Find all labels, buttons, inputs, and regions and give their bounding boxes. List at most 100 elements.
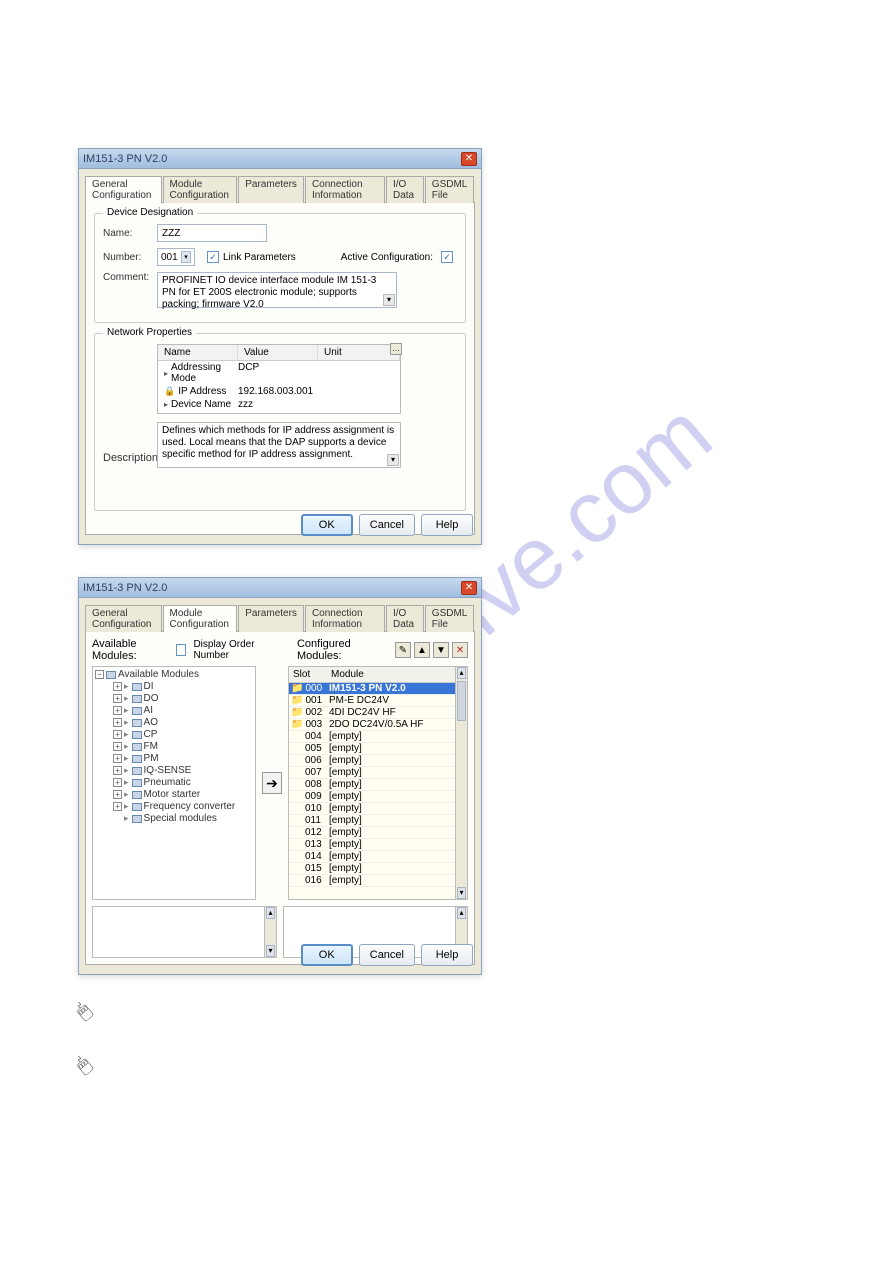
table-row[interactable]: 013[empty] — [289, 839, 467, 851]
table-row[interactable]: 005[empty] — [289, 743, 467, 755]
tree-item[interactable]: +▸DI — [113, 681, 253, 693]
tree-item[interactable]: +▸PM — [113, 753, 253, 765]
scroll-up-icon[interactable]: ▴ — [266, 907, 275, 919]
module-icon — [132, 755, 142, 763]
cancel-button[interactable]: Cancel — [359, 514, 415, 536]
tree-item[interactable]: +▸DO — [113, 693, 253, 705]
mouse-icon: 🖱 — [72, 999, 96, 1024]
tree-item[interactable]: +▸FM — [113, 741, 253, 753]
link-parameters-checkbox[interactable]: ✓ — [207, 251, 219, 263]
help-button[interactable]: Help — [421, 944, 473, 966]
table-row[interactable]: 009[empty] — [289, 791, 467, 803]
help-button[interactable]: Help — [421, 514, 473, 536]
expand-icon[interactable]: + — [113, 682, 122, 691]
scroll-thumb[interactable] — [457, 681, 466, 721]
scroll-down-icon[interactable]: ▾ — [457, 887, 466, 899]
comment-textarea[interactable]: PROFINET IO device interface module IM 1… — [157, 272, 397, 308]
ok-button[interactable]: OK — [301, 514, 353, 536]
expand-icon[interactable]: + — [113, 754, 122, 763]
scrollbar[interactable]: ▴ ▾ — [264, 907, 276, 957]
table-row[interactable]: 📁0024DI DC24V HF — [289, 707, 467, 719]
tab-module-configuration[interactable]: Module Configuration — [163, 176, 238, 203]
edit-icon[interactable]: ✎ — [395, 642, 411, 658]
tab-io-data[interactable]: I/O Data — [386, 605, 424, 632]
table-row[interactable]: 014[empty] — [289, 851, 467, 863]
tab-module-configuration[interactable]: Module Configuration — [163, 605, 238, 632]
table-row[interactable]: 📁001PM-E DC24V — [289, 695, 467, 707]
expand-icon[interactable]: + — [113, 718, 122, 727]
tabs: General Configuration Module Configurati… — [85, 604, 475, 631]
delete-icon[interactable]: ✕ — [452, 642, 468, 658]
move-down-icon[interactable]: ▼ — [433, 642, 449, 658]
number-value: 001 — [161, 252, 178, 263]
table-row[interactable]: 010[empty] — [289, 803, 467, 815]
tab-gsdml-file[interactable]: GSDML File — [425, 605, 474, 632]
table-row[interactable]: 015[empty] — [289, 863, 467, 875]
table-row[interactable]: 012[empty] — [289, 827, 467, 839]
table-row[interactable]: 007[empty] — [289, 767, 467, 779]
scrollbar[interactable]: ▴ ▾ — [455, 667, 467, 899]
expand-icon[interactable]: + — [113, 706, 122, 715]
tree-item[interactable]: +▸CP — [113, 729, 253, 741]
tab-connection-information[interactable]: Connection Information — [305, 605, 385, 632]
tab-parameters[interactable]: Parameters — [238, 176, 304, 203]
tree-item[interactable]: +▸Frequency converter — [113, 801, 253, 813]
table-row[interactable]: ▸Device Name zzz — [158, 398, 400, 411]
tree-item[interactable]: +▸AO — [113, 717, 253, 729]
scroll-up-icon[interactable]: ▴ — [457, 907, 466, 919]
table-row[interactable]: 🔒IP Address 192.168.003.001 — [158, 385, 400, 398]
tabpanel: Available Modules: ✓ Display Order Numbe… — [85, 631, 475, 965]
tree-item[interactable]: +▸Pneumatic — [113, 777, 253, 789]
tab-io-data[interactable]: I/O Data — [386, 176, 424, 203]
scroll-down-icon[interactable]: ▾ — [383, 294, 395, 306]
table-row[interactable]: 008[empty] — [289, 779, 467, 791]
cancel-button[interactable]: Cancel — [359, 944, 415, 966]
expand-icon[interactable]: + — [113, 778, 122, 787]
table-row[interactable]: ▸Addressing Mode DCP — [158, 361, 400, 385]
active-configuration-checkbox[interactable]: ✓ — [441, 251, 453, 263]
collapse-icon[interactable]: − — [95, 670, 104, 679]
cell-value: DCP — [238, 362, 318, 384]
name-input[interactable] — [157, 224, 267, 242]
table-row[interactable]: 📁000IM151-3 PN V2.0 — [289, 683, 467, 695]
table-row[interactable]: 006[empty] — [289, 755, 467, 767]
expand-icon[interactable]: + — [113, 694, 122, 703]
description-textarea[interactable]: Defines which methods for IP address ass… — [157, 422, 401, 468]
ok-button[interactable]: OK — [301, 944, 353, 966]
tab-general-configuration[interactable]: General Configuration — [85, 176, 162, 203]
table-row[interactable]: 011[empty] — [289, 815, 467, 827]
close-icon[interactable]: ✕ — [461, 581, 477, 595]
expand-icon[interactable]: + — [113, 742, 122, 751]
move-up-icon[interactable]: ▲ — [414, 642, 430, 658]
tab-connection-information[interactable]: Connection Information — [305, 176, 385, 203]
tab-gsdml-file[interactable]: GSDML File — [425, 176, 474, 203]
scroll-up-icon[interactable]: ▴ — [457, 667, 466, 679]
expand-icon[interactable]: … — [390, 343, 402, 355]
display-order-checkbox[interactable]: ✓ — [176, 644, 186, 656]
tab-general-configuration[interactable]: General Configuration — [85, 605, 162, 632]
th-value: Value — [238, 345, 318, 360]
group-title: Device Designation — [103, 207, 197, 218]
close-icon[interactable]: ✕ — [461, 152, 477, 166]
available-modules-tree[interactable]: −Available Modules +▸DI +▸DO +▸AI +▸AO +… — [92, 666, 256, 900]
tree-item[interactable]: ▸Special modules — [113, 813, 253, 825]
number-dropdown[interactable]: 001 ▾ — [157, 248, 195, 266]
module-icon — [132, 779, 142, 787]
expand-icon[interactable]: + — [113, 790, 122, 799]
expand-icon[interactable]: + — [113, 730, 122, 739]
expand-icon[interactable]: + — [113, 802, 122, 811]
table-row[interactable]: 📁0032DO DC24V/0.5A HF — [289, 719, 467, 731]
tab-parameters[interactable]: Parameters — [238, 605, 304, 632]
module-icon — [132, 731, 142, 739]
expand-icon[interactable]: + — [113, 766, 122, 775]
tree-item[interactable]: +▸AI — [113, 705, 253, 717]
folder-icon: 📁 — [291, 683, 303, 694]
module-icon — [132, 767, 142, 775]
tree-item[interactable]: +▸Motor starter — [113, 789, 253, 801]
add-module-button[interactable]: ➔ — [262, 772, 282, 794]
table-row[interactable]: 016[empty] — [289, 875, 467, 887]
tree-item[interactable]: +▸IQ-SENSE — [113, 765, 253, 777]
scroll-down-icon[interactable]: ▾ — [387, 454, 399, 466]
scroll-down-icon[interactable]: ▾ — [266, 945, 275, 957]
table-row[interactable]: 004[empty] — [289, 731, 467, 743]
